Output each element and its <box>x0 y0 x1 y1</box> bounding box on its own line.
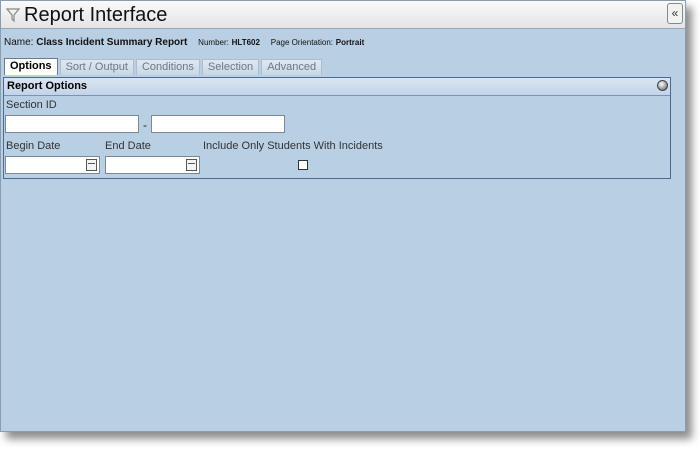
end-date-field[interactable] <box>105 156 200 174</box>
include-incidents-label: Include Only Students With Incidents <box>203 140 383 152</box>
report-options-panel: Report Options Section ID - Begin Date E… <box>3 77 671 179</box>
tab-advanced[interactable]: Advanced <box>261 59 323 75</box>
report-info-row: Name: Class Incident Summary Report Numb… <box>4 37 364 48</box>
section-id-from-input[interactable] <box>5 115 139 133</box>
section-range-separator: - <box>143 118 147 132</box>
include-incidents-checkbox[interactable] <box>298 160 308 170</box>
section-id-label: Section ID <box>6 99 57 111</box>
collapse-button[interactable]: « <box>667 3 683 24</box>
panel-header: Report Options <box>4 78 670 96</box>
tab-conditions[interactable]: Conditions <box>135 59 200 75</box>
end-date-label: End Date <box>105 140 151 152</box>
panel-title: Report Options <box>7 80 88 92</box>
title-bar: Report Interface « <box>1 1 685 29</box>
calendar-icon[interactable] <box>86 159 97 171</box>
section-id-to-input[interactable] <box>151 115 285 133</box>
tab-bar: Options Sort / Output Conditions Selection A… <box>4 57 324 75</box>
report-name: Class Incident Summary Report <box>36 37 188 48</box>
begin-date-label: Begin Date <box>6 140 61 152</box>
tab-sort-output[interactable]: Sort / Output <box>59 59 134 75</box>
calendar-icon[interactable] <box>186 159 197 171</box>
page-orientation: Portrait <box>335 38 365 47</box>
report-number: HLT602 <box>231 38 260 47</box>
begin-date-field[interactable] <box>5 156 100 174</box>
filter-icon <box>6 8 20 23</box>
window-title: Report Interface <box>24 4 168 26</box>
report-interface-window: Report Interface « Name: Class Incident … <box>0 0 686 432</box>
report-number-label: Number: <box>198 38 229 47</box>
panel-toggle-icon[interactable] <box>657 80 668 91</box>
page-orientation-label: Page Orientation: <box>270 38 333 47</box>
tab-selection[interactable]: Selection <box>201 59 260 75</box>
tab-options[interactable]: Options <box>4 58 58 75</box>
report-name-label: Name: <box>4 37 34 48</box>
